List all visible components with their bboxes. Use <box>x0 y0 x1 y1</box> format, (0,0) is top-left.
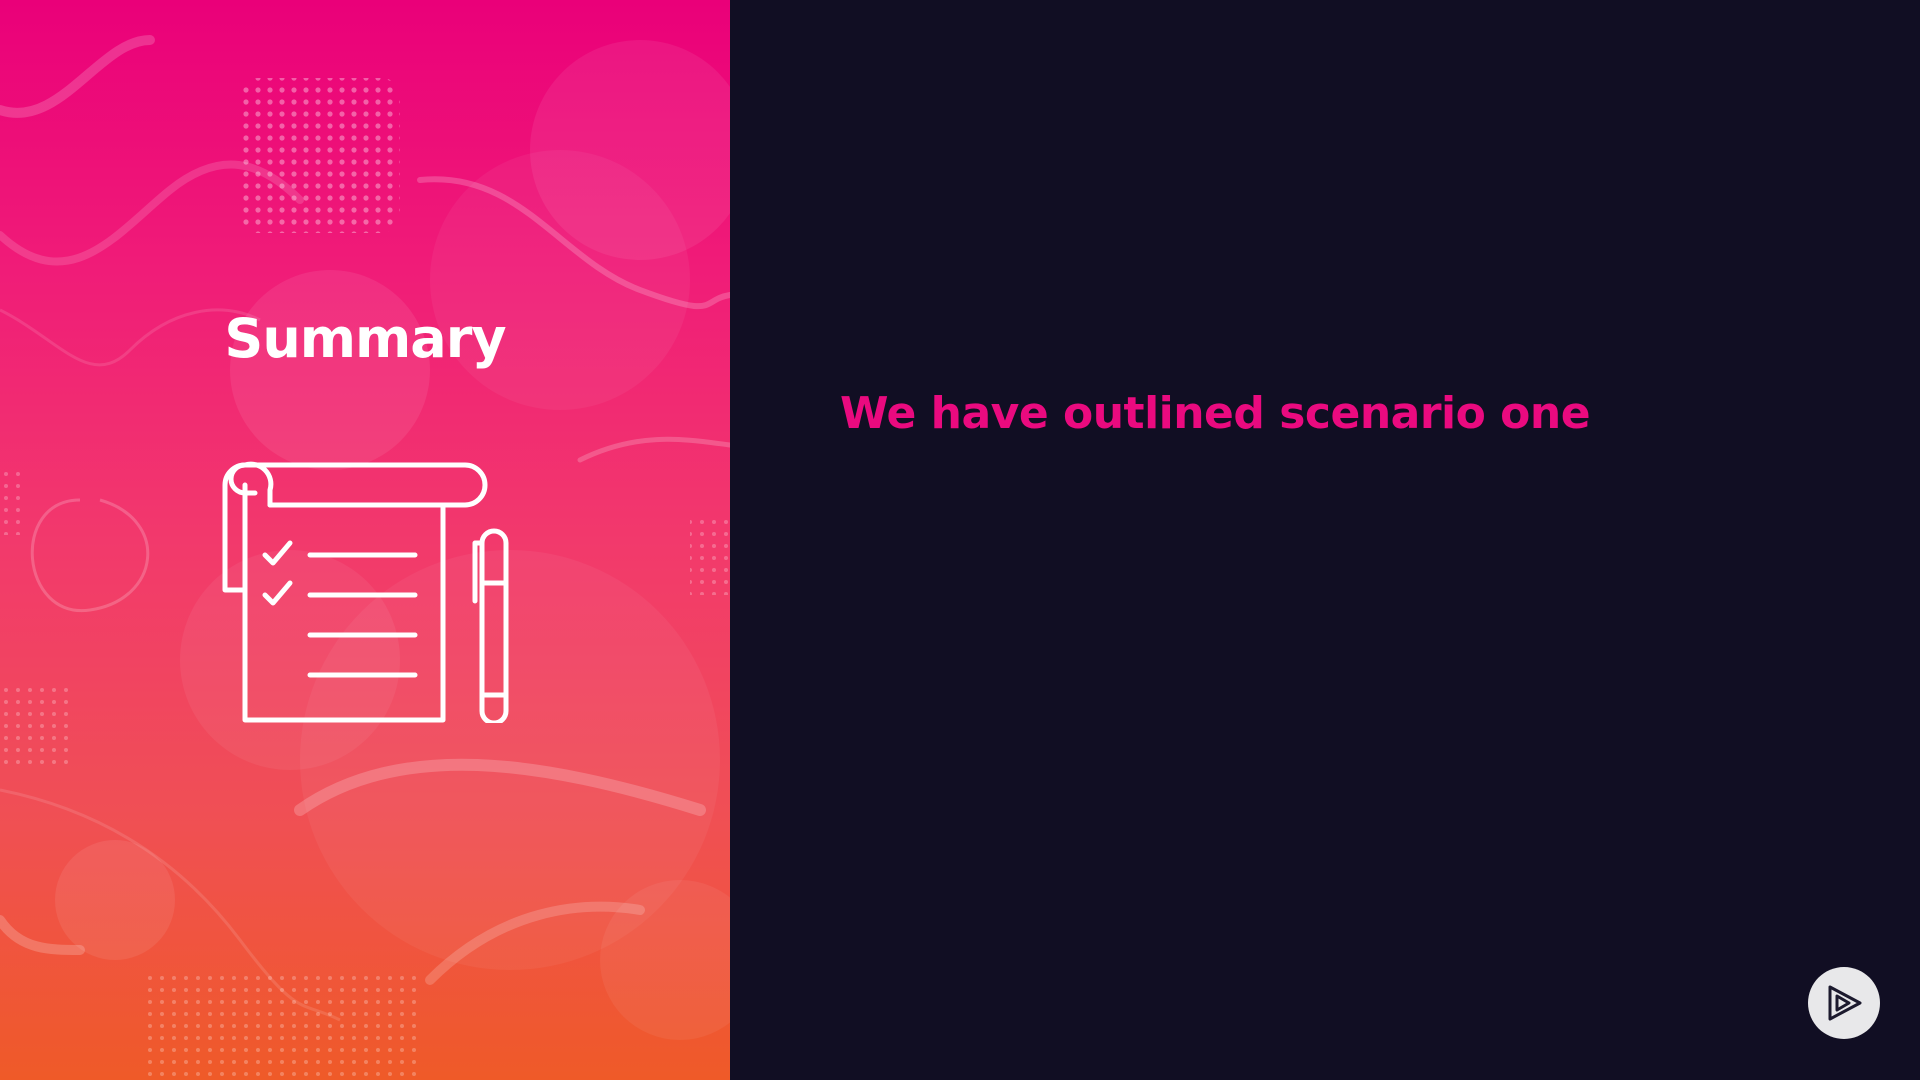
player-logo-button[interactable] <box>1808 967 1880 1039</box>
section-banner: Summary <box>0 0 730 1080</box>
section-title: Summary <box>224 307 506 370</box>
pen-icon <box>472 528 509 723</box>
play-logo-icon <box>1828 985 1862 1021</box>
slide: Summary We have outlined scenario one <box>0 0 1920 1080</box>
slide-headline: We have outlined scenario one <box>840 388 1591 439</box>
